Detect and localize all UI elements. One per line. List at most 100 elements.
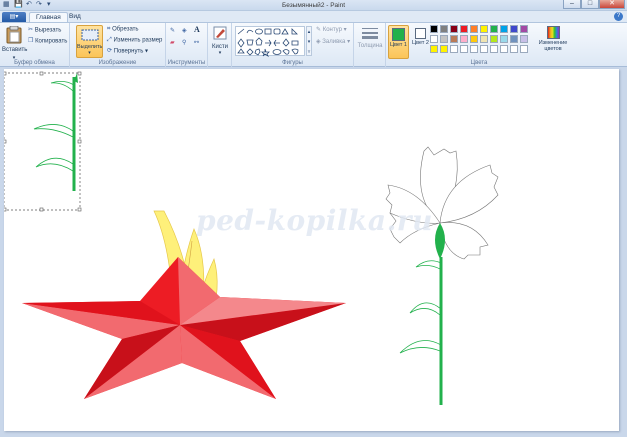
palette-swatch[interactable] xyxy=(490,35,498,43)
window-title: Безымянный2 - Paint xyxy=(281,2,346,9)
image-group-label: Изображение xyxy=(98,60,137,66)
resize-icon: ⤢ xyxy=(107,37,112,43)
resize-button[interactable]: ⤢ Изменить размер xyxy=(107,36,162,45)
palette-swatch[interactable] xyxy=(450,45,458,53)
tools-group-label: Инструменты xyxy=(167,60,206,66)
maximize-button[interactable]: □ xyxy=(581,0,599,9)
edit-colors-button[interactable]: Изменение цветов xyxy=(536,25,570,59)
image-group: Выделить ▾ ⌗ Обрезать ⤢ Изменить размер … xyxy=(70,23,166,67)
title-bar: ▦ 💾 ↶ ↷ ▾ Безымянный2 - Paint – □ ✕ xyxy=(0,0,627,11)
outline-icon: ✎ xyxy=(316,27,322,33)
scissors-icon: ✂ xyxy=(28,27,34,33)
fill-button[interactable]: ◈ Заливка ▾ xyxy=(316,38,350,46)
minimize-button[interactable]: – xyxy=(563,0,581,9)
shapes-gallery[interactable] xyxy=(235,26,305,58)
stem-fragment xyxy=(33,73,78,191)
paste-label: Вставить xyxy=(2,47,28,53)
palette-swatch[interactable] xyxy=(510,45,518,53)
canvas-drawing[interactable] xyxy=(4,69,619,431)
paint-menu-button[interactable]: ▤▾ xyxy=(2,12,26,22)
edit-colors-label: Изменение цветов xyxy=(538,40,568,52)
palette-swatch[interactable] xyxy=(430,35,438,43)
palette-swatch[interactable] xyxy=(520,25,528,33)
palette-swatch[interactable] xyxy=(450,25,458,33)
drawing-canvas[interactable]: ped-kopilka.ru xyxy=(4,69,619,431)
shapes-group: ▴ ▾ ▿ ✎ Контур ▾ ◈ Заливка ▾ Фигуры xyxy=(232,23,354,67)
rainbow-palette-icon xyxy=(546,26,560,39)
fill-bucket-icon[interactable]: ◈ xyxy=(182,27,187,35)
cut-button[interactable]: ✂ Вырезать xyxy=(28,26,61,35)
palette-swatch[interactable] xyxy=(480,45,488,53)
select-rectangle-icon xyxy=(81,29,98,41)
palette-swatch[interactable] xyxy=(500,35,508,43)
clipboard-group: Вставить ▾ ✂ Вырезать ❐ Копировать Буфер… xyxy=(0,23,70,67)
tab-view[interactable]: Вид xyxy=(63,12,87,22)
brushes-dropdown-icon: ▾ xyxy=(218,50,222,56)
palette-swatch[interactable] xyxy=(440,35,448,43)
red-star xyxy=(22,257,346,399)
eraser-icon[interactable]: ▰ xyxy=(170,39,175,47)
brushes-button[interactable]: Кисти ▾ xyxy=(210,25,230,59)
palette-swatch[interactable] xyxy=(440,45,448,53)
color1-button[interactable]: Цвет 1 xyxy=(388,25,409,59)
copy-button[interactable]: ❐ Копировать xyxy=(28,37,67,46)
crop-button[interactable]: ⌗ Обрезать xyxy=(107,25,139,34)
carnation-flower xyxy=(385,146,499,405)
color-picker-icon[interactable]: ⚲ xyxy=(182,39,186,47)
rotate-dropdown-icon: ▾ xyxy=(145,48,149,55)
palette-swatch[interactable] xyxy=(510,35,518,43)
fill-icon: ◈ xyxy=(316,39,321,45)
magnifier-icon[interactable]: ⚯ xyxy=(194,39,199,47)
rotate-button[interactable]: ⟳ Повернуть ▾ xyxy=(107,47,148,56)
text-tool-icon[interactable]: A xyxy=(194,26,200,34)
pencil-icon[interactable]: ✎ xyxy=(170,27,175,35)
shapes-group-label: Фигуры xyxy=(282,60,303,66)
palette-swatch[interactable] xyxy=(440,25,448,33)
palette-swatch[interactable] xyxy=(490,45,498,53)
paste-button[interactable]: Вставить ▾ xyxy=(2,25,28,61)
color2-button[interactable]: Цвет 2 xyxy=(411,25,430,59)
palette-swatch[interactable] xyxy=(460,25,468,33)
size-button[interactable]: Толщина xyxy=(357,26,383,60)
copy-icon: ❐ xyxy=(28,38,34,44)
palette-swatch[interactable] xyxy=(490,25,498,33)
clipboard-group-label: Буфер обмена xyxy=(14,60,55,66)
brushes-group: Кисти ▾ xyxy=(208,23,232,67)
outline-button[interactable]: ✎ Контур ▾ xyxy=(316,26,347,34)
canvas-workspace[interactable]: ped-kopilka.ru xyxy=(0,67,627,437)
palette-swatch[interactable] xyxy=(460,35,468,43)
size-label: Толщина xyxy=(357,43,383,49)
palette-swatch[interactable] xyxy=(520,35,528,43)
select-dropdown-icon[interactable]: ▾ xyxy=(77,51,102,56)
close-button[interactable]: ✕ xyxy=(599,0,625,9)
color2-label: Цвет 2 xyxy=(412,40,429,46)
palette-swatch[interactable] xyxy=(470,35,478,43)
palette-swatch[interactable] xyxy=(480,35,488,43)
palette-swatch[interactable] xyxy=(510,25,518,33)
brush-icon xyxy=(213,26,227,40)
palette-swatch[interactable] xyxy=(520,45,528,53)
tab-home[interactable]: Главная xyxy=(29,12,68,22)
palette-swatch[interactable] xyxy=(470,25,478,33)
palette-swatch[interactable] xyxy=(500,45,508,53)
ribbon-tabs: ▤▾ Главная Вид ? xyxy=(0,11,627,22)
palette-swatch[interactable] xyxy=(430,25,438,33)
crop-icon: ⌗ xyxy=(107,26,111,32)
palette-swatch[interactable] xyxy=(460,45,468,53)
select-button[interactable]: Выделить ▾ xyxy=(76,25,103,58)
shapes-scroll[interactable]: ▴ ▾ ▿ xyxy=(306,26,312,56)
ribbon: Вставить ▾ ✂ Вырезать ❐ Копировать Буфер… xyxy=(0,22,627,67)
size-group: Толщина xyxy=(354,23,386,67)
palette-swatch[interactable] xyxy=(470,45,478,53)
color1-label: Цвет 1 xyxy=(390,42,407,48)
selection-rectangle[interactable] xyxy=(4,71,82,212)
palette-swatch[interactable] xyxy=(430,45,438,53)
colors-group: Цвет 1 Цвет 2 Изменение цветов Цвета xyxy=(386,23,572,67)
color1-swatch xyxy=(392,28,405,41)
colors-group-label: Цвета xyxy=(470,60,488,66)
palette-swatch[interactable] xyxy=(450,35,458,43)
help-icon[interactable]: ? xyxy=(614,12,623,21)
palette-swatch[interactable] xyxy=(480,25,488,33)
palette-swatch[interactable] xyxy=(500,25,508,33)
rotate-icon: ⟳ xyxy=(107,48,113,54)
